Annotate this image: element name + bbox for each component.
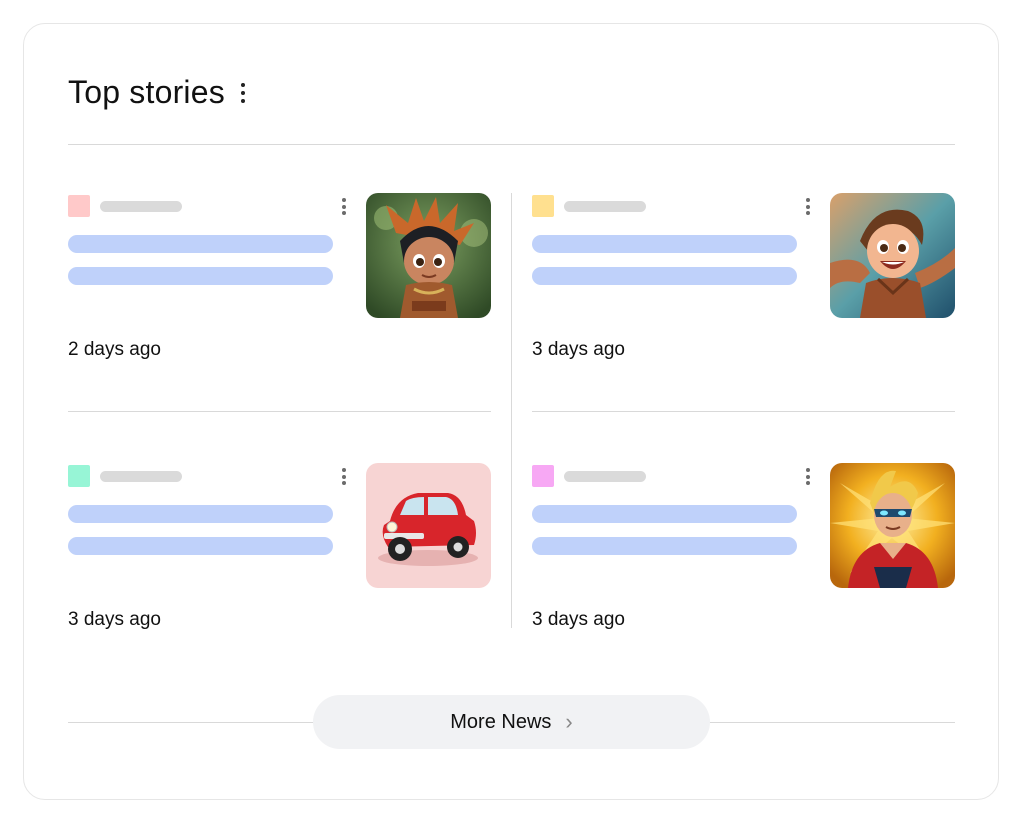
story-more-icon[interactable] bbox=[339, 198, 349, 218]
source-favicon bbox=[68, 195, 90, 217]
story-card[interactable]: 2 days ago bbox=[68, 193, 492, 393]
story-time: 3 days ago bbox=[68, 609, 161, 630]
source-name-placeholder bbox=[100, 201, 182, 212]
source-favicon bbox=[532, 465, 554, 487]
headline-placeholder-line bbox=[68, 235, 333, 253]
story-more-icon[interactable] bbox=[803, 468, 813, 488]
source-favicon bbox=[532, 195, 554, 217]
story-thumbnail[interactable] bbox=[366, 193, 491, 318]
tribal-child-illustration bbox=[366, 193, 491, 318]
headline-placeholder-line bbox=[68, 537, 333, 555]
story-card[interactable]: 3 days ago bbox=[532, 193, 956, 393]
more-news-label: More News bbox=[450, 710, 552, 733]
headline-placeholder-line bbox=[532, 537, 797, 555]
headline-placeholder-line bbox=[532, 235, 797, 253]
story-time: 3 days ago bbox=[532, 609, 625, 630]
story-thumbnail[interactable] bbox=[830, 193, 955, 318]
column-divider bbox=[511, 193, 512, 628]
headline-placeholder-line bbox=[68, 505, 333, 523]
story-time: 2 days ago bbox=[68, 339, 161, 360]
story-time: 3 days ago bbox=[532, 339, 625, 360]
more-vert-icon[interactable] bbox=[240, 82, 245, 103]
source-name-placeholder bbox=[564, 471, 646, 482]
headline-placeholder-line bbox=[532, 267, 797, 285]
red-car-illustration bbox=[366, 463, 491, 588]
story-card[interactable]: 3 days ago bbox=[68, 463, 492, 663]
source-favicon bbox=[68, 465, 90, 487]
source-name-placeholder bbox=[564, 201, 646, 212]
superhero-illustration bbox=[830, 463, 955, 588]
header-divider bbox=[68, 144, 955, 145]
story-more-icon[interactable] bbox=[803, 198, 813, 218]
story-more-icon[interactable] bbox=[339, 468, 349, 488]
row-divider-left bbox=[68, 411, 491, 412]
more-news-button[interactable]: More News › bbox=[313, 695, 710, 749]
story-card[interactable]: 3 days ago bbox=[532, 463, 956, 663]
section-header: Top stories bbox=[68, 74, 245, 111]
source-name-placeholder bbox=[100, 471, 182, 482]
footer-divider-left bbox=[68, 722, 315, 723]
story-thumbnail[interactable] bbox=[366, 463, 491, 588]
chevron-right-icon: › bbox=[565, 709, 573, 734]
happy-boy-illustration bbox=[830, 193, 955, 318]
headline-placeholder-line bbox=[68, 267, 333, 285]
headline-placeholder-line bbox=[532, 505, 797, 523]
story-thumbnail[interactable] bbox=[830, 463, 955, 588]
section-title: Top stories bbox=[68, 74, 225, 110]
row-divider-right bbox=[532, 411, 955, 412]
footer-divider-right bbox=[708, 722, 955, 723]
